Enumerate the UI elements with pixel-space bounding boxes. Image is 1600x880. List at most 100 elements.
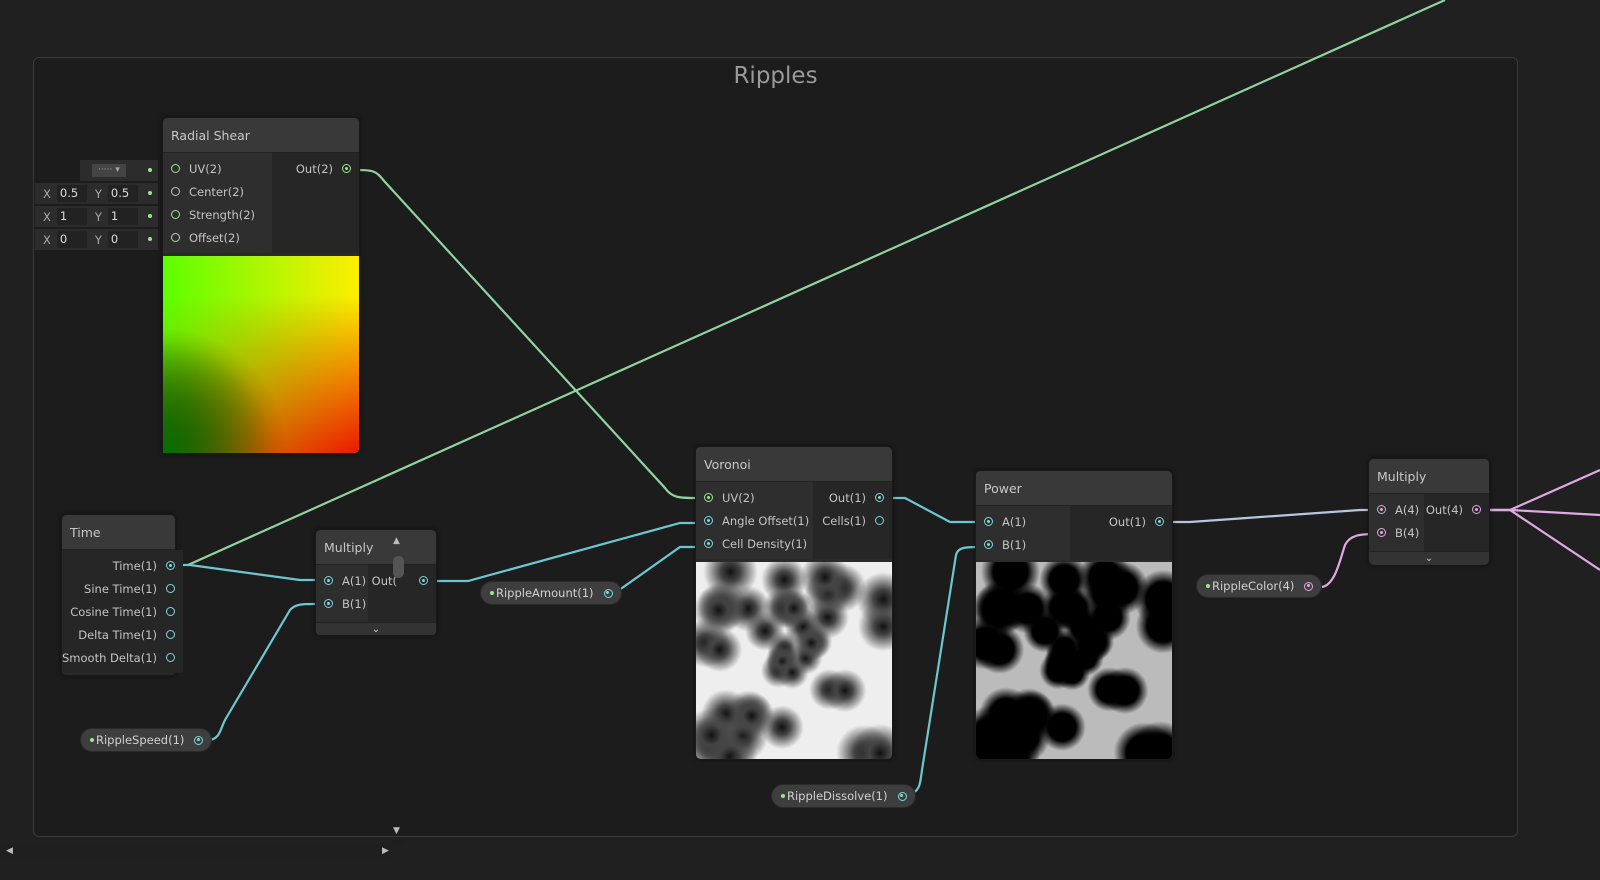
port-angle-offset[interactable]: Angle Offset(1) [696, 509, 813, 532]
port-label: Smooth Delta(1) [62, 650, 157, 665]
port-label: Sine Time(1) [84, 581, 157, 596]
port-icon [1155, 517, 1164, 526]
port-icon [166, 653, 175, 662]
port-cells[interactable]: Cells(1) [813, 509, 892, 532]
port-label: A(1) [342, 573, 367, 588]
x-label: X [43, 232, 51, 247]
property-ripple-dissolve[interactable]: RippleDissolve(1) [771, 784, 916, 808]
port-icon [704, 516, 713, 525]
node-title: Voronoi [696, 447, 892, 482]
port-out[interactable]: Out(1) [813, 486, 892, 509]
property-ripple-speed[interactable]: RippleSpeed(1) [80, 728, 213, 752]
port-label: Out(1) [1108, 514, 1146, 529]
y-label: Y [94, 232, 102, 247]
port-cell-density[interactable]: Cell Density(1) [696, 532, 813, 555]
vertical-scroll-thumb[interactable] [393, 556, 404, 578]
port-b[interactable]: B(1) [316, 592, 368, 615]
x-label: X [43, 186, 51, 201]
port-offset[interactable]: Offset(2) [163, 226, 272, 249]
port-center[interactable]: Center(2) [163, 180, 272, 203]
port-uv[interactable]: UV(2) [163, 157, 272, 180]
port-cosine-time[interactable]: Cosine Time(1) [62, 600, 183, 623]
port-out[interactable]: Out(4) [1424, 498, 1489, 521]
property-label: RippleSpeed(1) [96, 733, 185, 747]
node-power[interactable]: Power A(1) B(1) Out(1) [975, 470, 1173, 760]
port-icon [1377, 528, 1386, 537]
port-label: Cosine Time(1) [70, 604, 157, 619]
uv-channel-dropdown[interactable]: ····· ▾ [80, 160, 158, 181]
port-icon [171, 164, 180, 173]
port-icon [342, 164, 351, 173]
offset-y-input[interactable]: 0 [107, 231, 138, 248]
node-title: Multiply [316, 530, 436, 565]
node-radial-shear[interactable]: Radial Shear UV(2) Center(2) Strength(2)… [162, 117, 360, 454]
port-b[interactable]: B(4) [1369, 521, 1424, 544]
port-sine-time[interactable]: Sine Time(1) [62, 577, 183, 600]
port-icon [166, 584, 175, 593]
port-icon [1377, 505, 1386, 514]
x-label: X [43, 209, 51, 224]
port-icon [897, 791, 907, 801]
port-a[interactable]: A(4) [1369, 498, 1424, 521]
port-icon [704, 539, 713, 548]
scroll-up-arrow-icon[interactable]: ▲ [393, 536, 400, 546]
port-icon [603, 588, 613, 598]
port-icon [171, 233, 180, 242]
node-time[interactable]: Time Time(1) Sine Time(1) Cosine Time(1)… [61, 514, 183, 676]
port-icon [984, 540, 993, 549]
port-label: UV(2) [722, 490, 755, 505]
port-label: Offset(2) [189, 230, 240, 245]
port-a[interactable]: A(1) [316, 569, 368, 592]
node-multiply-2[interactable]: Multiply A(4) B(4) Out(4) ⌄ [1368, 458, 1490, 565]
port-icon [166, 561, 175, 570]
collapse-chevron-icon[interactable]: ⌄ [316, 622, 436, 635]
port-delta-time[interactable]: Delta Time(1) [62, 623, 183, 646]
collapse-chevron-icon[interactable]: ⌄ [1369, 551, 1489, 565]
port-strength[interactable]: Strength(2) [163, 203, 272, 226]
node-title: Multiply [1369, 459, 1489, 494]
offset-x-input[interactable]: 0 [56, 231, 87, 248]
port-label: Out(2) [295, 161, 333, 176]
port-label: Cells(1) [822, 513, 866, 528]
y-label: Y [94, 186, 102, 201]
uv-dropdown-value: ····· [98, 165, 113, 175]
center-y-input[interactable]: 0.5 [107, 185, 138, 202]
preview-image [696, 562, 892, 759]
port-a[interactable]: A(1) [976, 510, 1070, 533]
port-label: UV(2) [189, 161, 222, 176]
scroll-down-arrow-icon[interactable]: ▼ [393, 826, 400, 836]
strength-y-input[interactable]: 1 [107, 208, 138, 225]
node-multiply-1[interactable]: Multiply A(1) B(1) Out( ⌄ [315, 529, 437, 636]
port-label: B(1) [342, 596, 367, 611]
port-label: Out(1) [828, 490, 866, 505]
chevron-down-icon: ▾ [115, 165, 120, 175]
port-icon [171, 210, 180, 219]
horizontal-scrollbar[interactable] [0, 844, 392, 860]
node-title: Time [62, 515, 175, 550]
port-time[interactable]: Time(1) [62, 554, 183, 577]
port-label: B(4) [1395, 525, 1420, 540]
port-out[interactable]: Out(2) [272, 157, 359, 180]
node-voronoi[interactable]: Voronoi UV(2) Angle Offset(1) Cell Densi… [695, 446, 893, 760]
scroll-left-arrow-icon[interactable]: ◀ [6, 846, 13, 856]
node-title: Power [976, 471, 1172, 506]
port-icon [166, 630, 175, 639]
center-x-input[interactable]: 0.5 [56, 185, 87, 202]
port-label: B(1) [1002, 537, 1027, 552]
property-ripple-color[interactable]: RippleColor(4) [1196, 574, 1323, 598]
scroll-right-arrow-icon[interactable]: ▶ [382, 846, 389, 856]
offset-inline-field: X0 Y0 [35, 229, 158, 250]
group-title: Ripples [733, 63, 818, 89]
port-icon [419, 576, 428, 585]
strength-x-input[interactable]: 1 [56, 208, 87, 225]
property-ripple-amount[interactable]: RippleAmount(1) [480, 581, 622, 605]
port-smooth-delta[interactable]: Smooth Delta(1) [62, 646, 183, 669]
port-label: A(1) [1002, 514, 1027, 529]
port-out[interactable]: Out(1) [1070, 510, 1172, 533]
property-label: RippleAmount(1) [496, 586, 594, 600]
center-inline-field: X 0.5 Y 0.5 [35, 183, 158, 204]
port-label: Delta Time(1) [78, 627, 157, 642]
port-b[interactable]: B(1) [976, 533, 1070, 556]
port-uv[interactable]: UV(2) [696, 486, 813, 509]
y-label: Y [94, 209, 102, 224]
